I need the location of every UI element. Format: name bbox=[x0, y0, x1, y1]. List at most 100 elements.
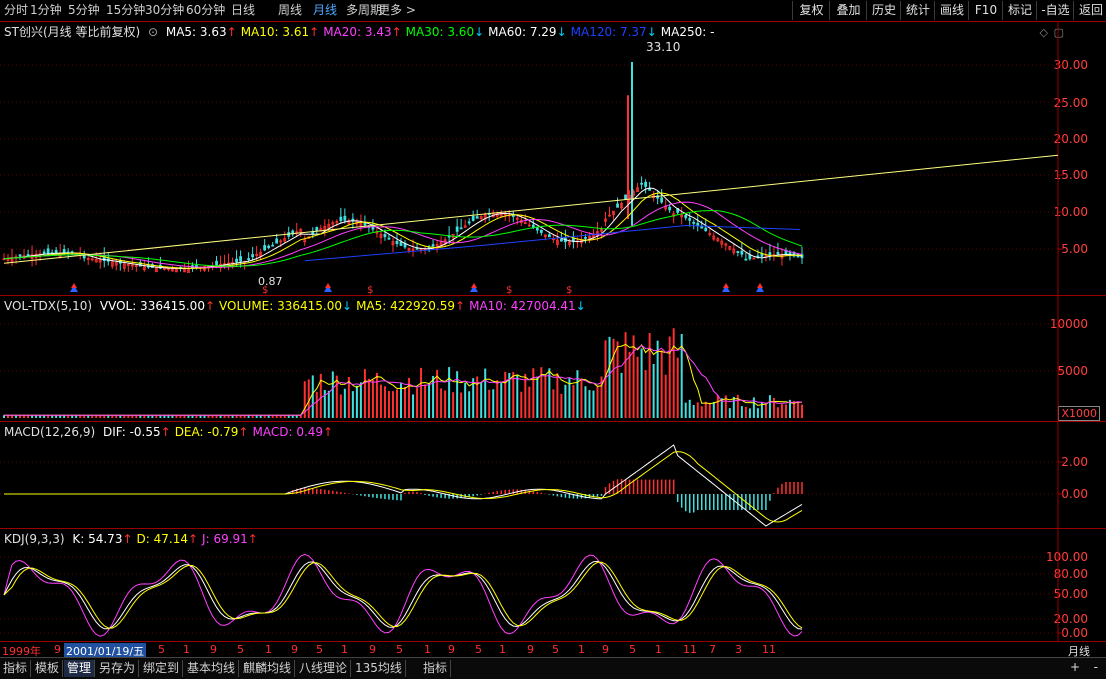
indicator-tab-8[interactable]: 135均线 bbox=[352, 660, 406, 677]
period-tab-2[interactable]: 5分钟 bbox=[68, 2, 100, 19]
kdj-panel[interactable]: KDJ(9,3,3) K: 54.73↑ D: 47.14↑ J: 69.91↑ 1… bbox=[0, 528, 1106, 642]
candle-body bbox=[46, 248, 50, 254]
candle-body bbox=[399, 241, 403, 246]
period-tab-1[interactable]: 1分钟 bbox=[30, 2, 62, 19]
period-tab-9[interactable]: 多周期 bbox=[346, 2, 382, 19]
volume-panel[interactable]: VOL-TDX(5,10) VVOL: 336415.00↑ VOLUME: 33… bbox=[0, 295, 1106, 422]
buy-signal-icon bbox=[723, 283, 729, 288]
macd-panel[interactable]: MACD(12,26,9) DIF: -0.55↑ DEA: -0.79↑ MACD… bbox=[0, 421, 1106, 529]
dif-line bbox=[4, 444, 803, 527]
indicator-tab-9[interactable]: 指标 bbox=[420, 660, 452, 677]
trend-line bbox=[3, 154, 1059, 264]
date-tick-label: 1 bbox=[183, 643, 190, 656]
candle-body bbox=[748, 254, 752, 260]
date-tick-label: 1 bbox=[499, 643, 506, 656]
candle-body bbox=[383, 234, 387, 238]
candle-body bbox=[616, 203, 619, 208]
candle-body bbox=[42, 251, 46, 254]
candle-body bbox=[387, 237, 391, 240]
candle-body bbox=[62, 249, 66, 254]
toolbar-button-0[interactable]: 复权 bbox=[792, 1, 830, 20]
indicator-tab-4[interactable]: 绑定到 bbox=[140, 660, 184, 677]
date-tick-label: 9 bbox=[448, 643, 455, 656]
toolbar-button-7[interactable]: -自选 bbox=[1036, 1, 1074, 20]
kdj-j-line bbox=[3, 553, 803, 637]
candle-body bbox=[271, 244, 275, 247]
candle-body bbox=[247, 258, 251, 260]
date-tick-label: 5 bbox=[396, 643, 403, 656]
candle-body bbox=[467, 221, 471, 224]
toolbar-button-1[interactable]: 叠加 bbox=[829, 1, 867, 20]
period-tab-0[interactable]: 分时 bbox=[4, 2, 28, 19]
period-tab-8[interactable]: 月线 bbox=[313, 2, 337, 19]
date-tick-label: 1 bbox=[578, 643, 585, 656]
candle-body bbox=[267, 245, 271, 249]
macd-plot bbox=[0, 422, 1064, 529]
candle-body bbox=[776, 251, 780, 255]
period-tab-5[interactable]: 60分钟 bbox=[186, 2, 225, 19]
candle-body bbox=[584, 237, 587, 239]
candle-body bbox=[559, 238, 563, 242]
toolbar-button-5[interactable]: F10 bbox=[968, 1, 1003, 20]
date-tick-label: 1 bbox=[265, 643, 272, 656]
toolbar-button-2[interactable]: 历史 bbox=[866, 1, 901, 20]
candle-body bbox=[459, 227, 463, 230]
candle-body bbox=[668, 206, 672, 211]
date-tick-label: 3 bbox=[735, 643, 742, 656]
period-tab-7[interactable]: 周线 bbox=[278, 2, 302, 19]
period-tab-3[interactable]: 15分钟 bbox=[106, 2, 145, 19]
candle-body bbox=[660, 197, 664, 203]
date-tick-label: 5 bbox=[158, 643, 165, 656]
date-tick-label: 5 bbox=[629, 643, 636, 656]
period-tab-10[interactable]: 更多 > bbox=[378, 2, 416, 19]
candle-body bbox=[26, 254, 30, 256]
candle-body bbox=[263, 245, 267, 251]
kdj-plot bbox=[0, 529, 1064, 642]
date-tick-label: 11 bbox=[762, 643, 776, 656]
indicator-tab-1[interactable]: 模板 bbox=[32, 660, 64, 677]
indicator-tab-7[interactable]: 八线理论 bbox=[296, 660, 352, 677]
toolbar-button-8[interactable]: 返回 bbox=[1073, 1, 1106, 20]
date-tick-label: 9 bbox=[369, 643, 376, 656]
candle-body bbox=[431, 244, 435, 247]
candle-body bbox=[688, 218, 692, 221]
indicator-tab-0[interactable]: 指标 bbox=[0, 660, 32, 677]
candle-body bbox=[736, 251, 740, 253]
price-plot: $ $ $ $ bbox=[0, 22, 1064, 296]
buy-signal-icon bbox=[471, 283, 477, 288]
price-chart-panel[interactable]: ST创兴(月线 等比前复权) ⊙ MA5: 3.63↑ MA10: 3.61↑ MA… bbox=[0, 21, 1106, 296]
candle-body bbox=[692, 221, 696, 224]
date-tick-label: 1 bbox=[655, 643, 662, 656]
date-tick-label: 11 bbox=[683, 643, 697, 656]
date-tick-label: 5 bbox=[237, 643, 244, 656]
date-tick-label: 9 bbox=[54, 643, 61, 656]
candle-body bbox=[275, 238, 279, 244]
period-tab-6[interactable]: 日线 bbox=[231, 2, 255, 19]
candle-body bbox=[704, 227, 708, 232]
date-tick-label: 9 bbox=[291, 643, 298, 656]
indicator-tab-2[interactable]: 管理 bbox=[64, 660, 96, 677]
candle-body bbox=[547, 234, 551, 238]
indicator-tab-5[interactable]: 基本均线 bbox=[184, 660, 240, 677]
candle-body bbox=[475, 216, 479, 219]
toolbar-button-6[interactable]: 标记 bbox=[1002, 1, 1037, 20]
candle-body bbox=[54, 250, 58, 254]
candle-body bbox=[395, 240, 399, 245]
add-button[interactable]: + bbox=[1070, 660, 1080, 674]
candle-body bbox=[235, 258, 238, 263]
candle-body bbox=[471, 216, 475, 221]
buy-signal-icon bbox=[757, 283, 763, 288]
date-tick-label: 9 bbox=[210, 643, 217, 656]
indicator-tab-3[interactable]: 另存为 bbox=[96, 660, 140, 677]
period-tab-4[interactable]: 30分钟 bbox=[145, 2, 184, 19]
candle-body bbox=[343, 215, 347, 221]
indicator-tab-6[interactable]: 麒麟均线 bbox=[240, 660, 296, 677]
toolbar-button-4[interactable]: 画线 bbox=[934, 1, 969, 20]
date-tick-label: 9 bbox=[602, 643, 609, 656]
candle-body bbox=[696, 222, 700, 226]
remove-button[interactable]: - bbox=[1094, 660, 1098, 674]
candle-body bbox=[315, 227, 319, 232]
candle-body bbox=[744, 258, 748, 261]
candle-body bbox=[624, 194, 627, 200]
toolbar-button-3[interactable]: 统计 bbox=[900, 1, 935, 20]
